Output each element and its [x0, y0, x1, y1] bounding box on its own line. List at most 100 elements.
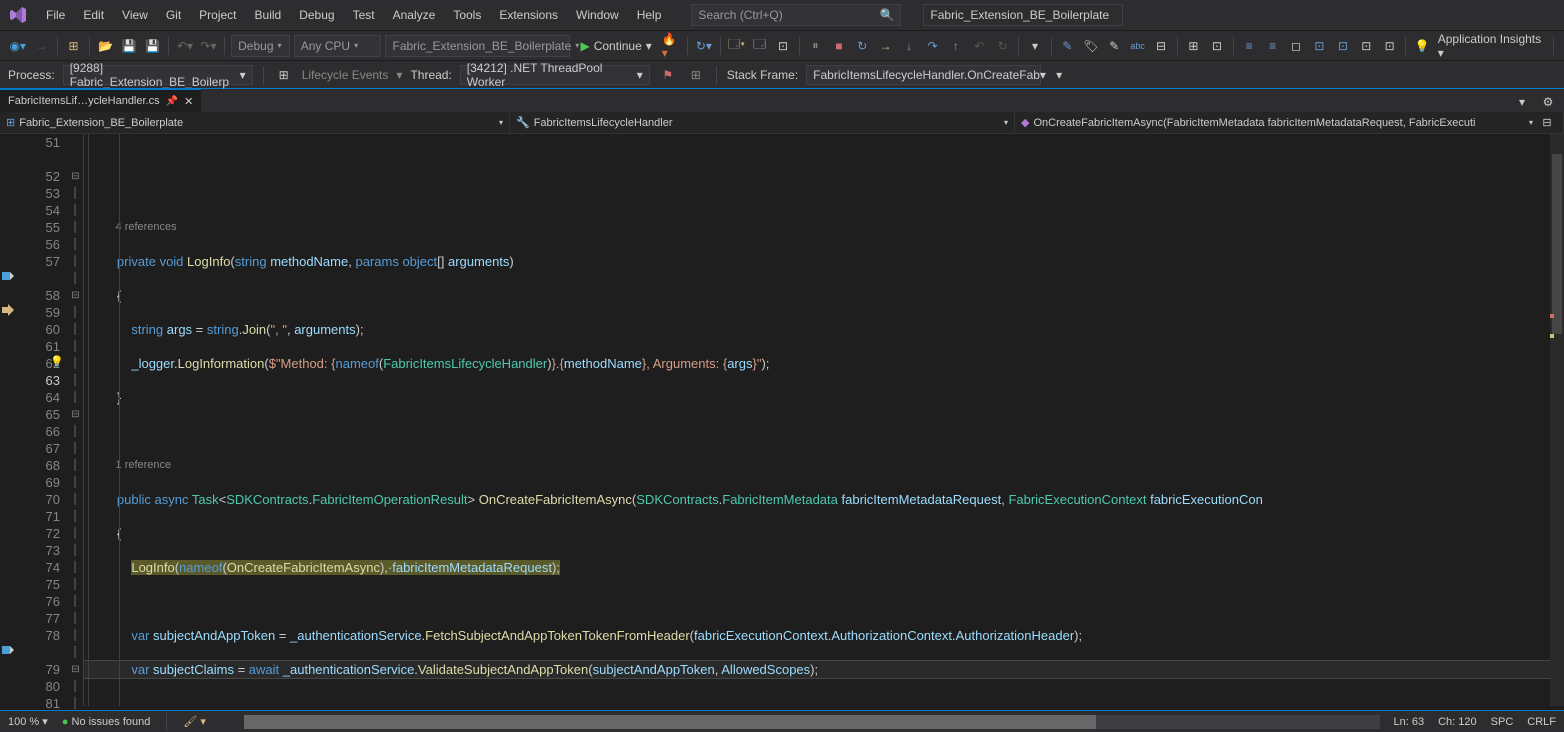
extract-icon[interactable]: ⊟ — [1151, 36, 1170, 56]
zoom-level[interactable]: 100 % ▾ — [8, 715, 48, 728]
glyph-margin: 💡 — [0, 134, 20, 706]
vs-logo-icon — [8, 5, 28, 25]
menu-debug[interactable]: Debug — [291, 4, 342, 26]
menu-analyze[interactable]: Analyze — [385, 4, 444, 26]
menu-git[interactable]: Git — [158, 4, 189, 26]
hot-reload-icon[interactable]: 🔥▾ — [662, 36, 681, 56]
thread-dropdown[interactable]: [34212] .NET ThreadPool Worker ▾ — [460, 65, 650, 85]
wrap-icon[interactable]: ⊡ — [1357, 36, 1376, 56]
tools-icon[interactable]: ▾ — [1025, 36, 1044, 56]
solution-title: Fabric_Extension_BE_Boilerplate — [923, 4, 1123, 26]
ai-2-icon[interactable]: ⊡ — [1207, 36, 1226, 56]
tabs-dropdown-icon[interactable]: ▾ — [1512, 92, 1532, 112]
app-insights[interactable]: Application Insights ▾ — [1438, 32, 1547, 60]
menu-project[interactable]: Project — [191, 4, 244, 26]
status-bar: 100 % ▾ ● No issues found 🖌 ▾ Ln: 63 Ch:… — [0, 710, 1564, 732]
step-back-icon[interactable]: ↶ — [970, 36, 989, 56]
search-box[interactable]: Search (Ctrl+Q) 🔍 — [691, 4, 901, 26]
ai-1-icon[interactable]: ⊞ — [1184, 36, 1203, 56]
restart-icon[interactable]: ↻▾ — [694, 36, 713, 56]
pin-icon[interactable]: 📌 — [166, 96, 178, 107]
edit-icon[interactable]: ✎ — [1105, 36, 1124, 56]
step-into-icon[interactable]: ↓ — [899, 36, 918, 56]
search-placeholder: Search (Ctrl+Q) — [698, 8, 782, 22]
nav-class[interactable]: 🔧 FabricItemsLifecycleHandler▾ — [510, 112, 1015, 133]
indent-right-icon[interactable]: ≡ — [1263, 36, 1282, 56]
comment-icon[interactable]: ⊡ — [1310, 36, 1329, 56]
menu-test[interactable]: Test — [345, 4, 383, 26]
menu-tools[interactable]: Tools — [445, 4, 489, 26]
code-editor[interactable]: 💡 51 525354555657 5859606162636465666768… — [0, 134, 1564, 706]
undo-icon[interactable]: ↶▾ — [175, 36, 194, 56]
split-icon[interactable]: ⊟ — [1537, 113, 1557, 133]
search-icon: 🔍 — [879, 8, 894, 22]
close-tab-icon[interactable]: ✕ — [184, 95, 193, 108]
current-statement-icon — [2, 304, 14, 316]
horizontal-scrollbar[interactable] — [244, 715, 1380, 729]
step-over-icon[interactable]: ↷ — [923, 36, 942, 56]
new-project-icon[interactable]: ⊞ — [64, 36, 83, 56]
line-number[interactable]: Ln: 63 — [1394, 716, 1425, 728]
menu-build[interactable]: Build — [247, 4, 290, 26]
menu-view[interactable]: View — [114, 4, 156, 26]
menu-window[interactable]: Window — [568, 4, 627, 26]
nav-backward-icon[interactable]: ◉▾ — [8, 36, 27, 56]
navigation-bar: ⊞ Fabric_Extension_BE_Boilerplate▾ 🔧 Fab… — [0, 112, 1564, 134]
no-issues[interactable]: ● No issues found — [62, 716, 151, 728]
uncomment-icon[interactable]: ⊡ — [1333, 36, 1352, 56]
menu-bar: File Edit View Git Project Build Debug T… — [0, 0, 1564, 30]
bookmark-icon[interactable]: ◻ — [1286, 36, 1305, 56]
feather-icon[interactable]: ✎ — [1058, 36, 1077, 56]
pause-icon[interactable]: ⏸ — [806, 36, 825, 56]
run-back-icon[interactable]: ↻ — [993, 36, 1012, 56]
stackframe-dropdown[interactable]: FabricItemsLifecycleHandler.OnCreateFab … — [806, 65, 1041, 85]
platform-dropdown[interactable]: Any CPU▾ — [294, 35, 382, 57]
menu-help[interactable]: Help — [629, 4, 670, 26]
fold-margin[interactable]: ⊟││││││⊟││││││⊟││││││││││││││⊟│││ — [68, 134, 84, 706]
lightbulb-margin-icon[interactable]: 💡 — [50, 355, 64, 368]
refresh-icon[interactable]: ↻ — [853, 36, 872, 56]
lifecycle-label: Lifecycle Events — [302, 68, 389, 82]
breakpoint-marker-icon — [2, 270, 14, 282]
toolbar-overflow-icon[interactable]: ▾ — [1049, 65, 1069, 85]
line-ending[interactable]: CRLF — [1527, 716, 1556, 728]
find-file-icon[interactable]: 🗔 — [750, 36, 769, 56]
next-statement-icon[interactable]: → — [876, 36, 895, 56]
indent-left-icon[interactable]: ≡ — [1240, 36, 1259, 56]
nav-member[interactable]: ◆ OnCreateFabricItemAsync(FabricItemMeta… — [1015, 112, 1564, 133]
redo-icon[interactable]: ↷▾ — [199, 36, 218, 56]
startup-dropdown[interactable]: Fabric_Extension_BE_Boilerplate▾ — [385, 35, 570, 57]
process-label: Process: — [8, 68, 55, 82]
breakpoint-marker-icon — [2, 644, 14, 656]
abc-icon[interactable]: abc — [1128, 36, 1147, 56]
dock-icon[interactable]: ⊡ — [773, 36, 792, 56]
browser-icon[interactable]: 🗔▾ — [727, 36, 746, 56]
threads-icon[interactable]: ⊞ — [686, 65, 706, 85]
menu-file[interactable]: File — [38, 4, 73, 26]
stop-icon[interactable]: ■ — [829, 36, 848, 56]
config-dropdown[interactable]: Debug▾ — [231, 35, 290, 57]
col-number[interactable]: Ch: 120 — [1438, 716, 1477, 728]
lightbulb-icon[interactable]: 💡 — [1412, 36, 1431, 56]
lifecycle-events-icon[interactable]: ⊞ — [274, 65, 294, 85]
continue-button[interactable]: ▶Continue▾ — [574, 35, 657, 57]
csharp-project-icon: ⊞ — [6, 116, 15, 129]
vertical-scrollbar[interactable] — [1550, 134, 1564, 706]
code-area[interactable]: 4 references private void LogInfo(string… — [84, 134, 1564, 706]
nav-project[interactable]: ⊞ Fabric_Extension_BE_Boilerplate▾ — [0, 112, 510, 133]
mark-icon[interactable]: ⊡ — [1380, 36, 1399, 56]
settings-gear-icon[interactable]: ⚙ — [1538, 92, 1558, 112]
save-icon[interactable]: 💾 — [120, 36, 139, 56]
process-dropdown[interactable]: [9288] Fabric_Extension_BE_Boilerp ▾ — [63, 65, 253, 85]
spaces-indicator[interactable]: SPC — [1491, 716, 1514, 728]
step-out-icon[interactable]: ↑ — [946, 36, 965, 56]
flag-icon[interactable]: ⚑ — [658, 65, 678, 85]
menu-edit[interactable]: Edit — [75, 4, 112, 26]
menu-extensions[interactable]: Extensions — [491, 4, 566, 26]
tab-fabricitems[interactable]: FabricItemsLif…ycleHandler.cs 📌 ✕ — [0, 88, 201, 112]
open-file-icon[interactable]: 📂 — [96, 36, 115, 56]
save-all-icon[interactable]: 💾 — [143, 36, 162, 56]
brush-icon[interactable]: 🖌 ▾ — [183, 715, 206, 728]
nav-forward-icon[interactable]: → — [31, 36, 50, 56]
rename-icon[interactable]: 🏷 — [1081, 36, 1100, 56]
